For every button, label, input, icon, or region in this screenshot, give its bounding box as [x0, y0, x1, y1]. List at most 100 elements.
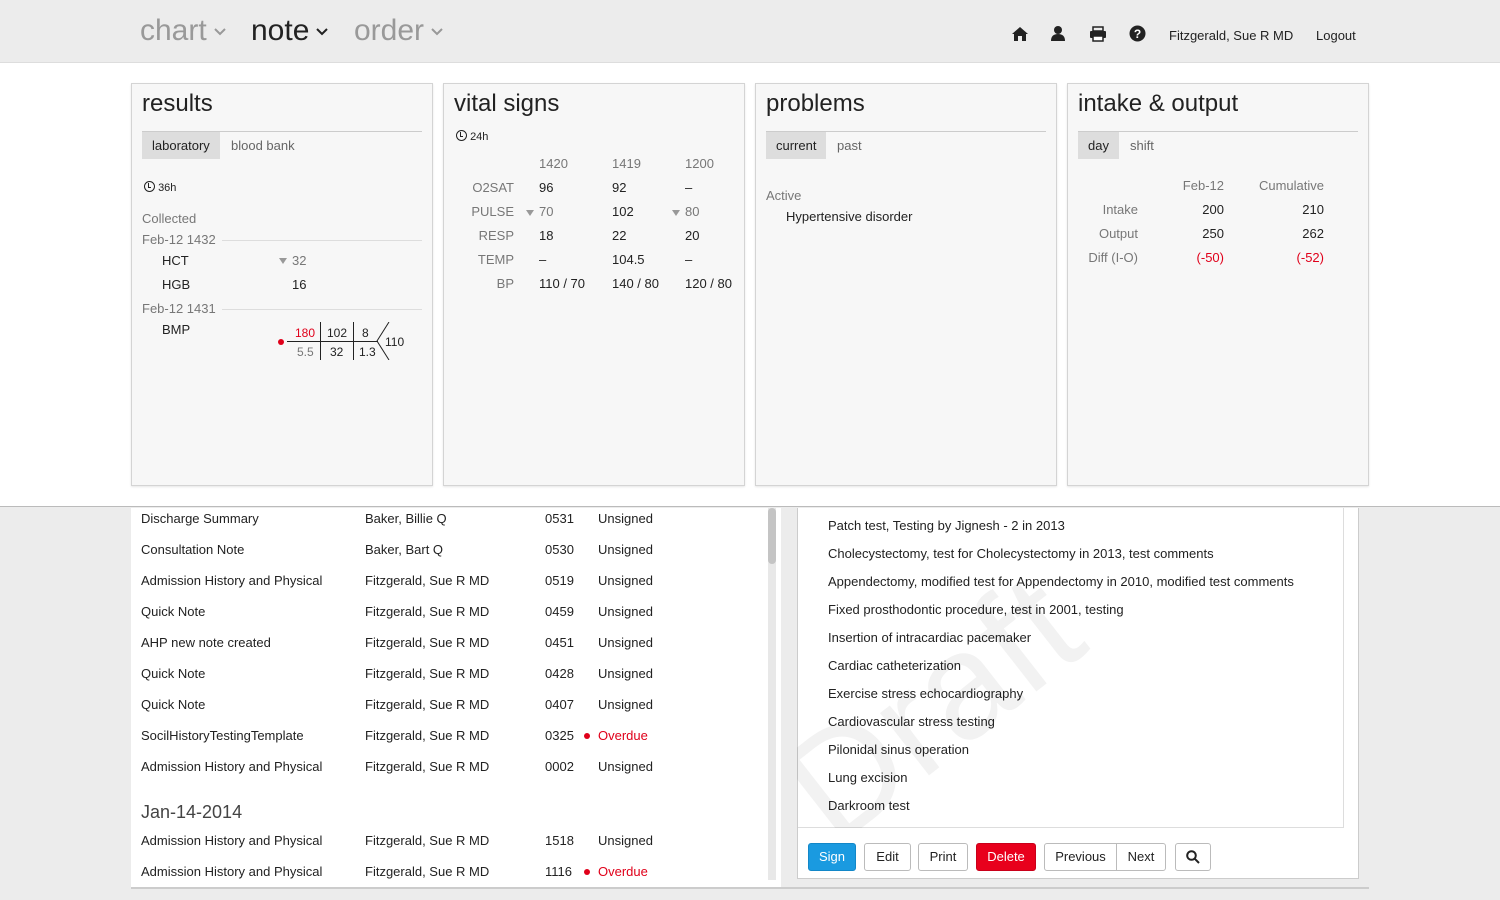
nav-menu-note[interactable]: note — [251, 14, 329, 48]
vital-value[interactable]: – — [685, 180, 692, 195]
next-button[interactable]: Next — [1116, 843, 1166, 871]
help-icon[interactable]: ? — [1129, 25, 1146, 42]
problem-item[interactable]: Hypertensive disorder — [786, 209, 912, 224]
clock-icon — [144, 181, 155, 192]
note-title: Admission History and Physical — [141, 759, 323, 774]
search-button[interactable] — [1175, 843, 1211, 871]
vital-value[interactable]: 70 — [539, 204, 553, 219]
note-time: 0531 — [545, 511, 574, 526]
note-status: Overdue — [598, 728, 648, 743]
edit-button[interactable]: Edit — [864, 843, 911, 871]
print-icon[interactable] — [1089, 26, 1107, 42]
note-author: Fitzgerald, Sue R MD — [365, 864, 490, 879]
vital-value[interactable]: 110 / 70 — [539, 276, 585, 291]
note-time: 0002 — [545, 759, 574, 774]
home-icon[interactable] — [1011, 26, 1029, 42]
note-time: 0530 — [545, 542, 574, 557]
nav-menu-order-label: order — [354, 14, 425, 47]
note-status: Unsigned — [598, 833, 653, 848]
io-value[interactable]: 210 — [1302, 202, 1324, 217]
print-button[interactable]: Print — [918, 843, 968, 871]
vitals-time-range-label: 24h — [470, 131, 489, 143]
bmp-bun: 8 — [362, 326, 369, 340]
trend-down-icon — [672, 210, 680, 216]
note-author: Fitzgerald, Sue R MD — [365, 728, 490, 743]
vital-value[interactable]: 18 — [539, 228, 553, 243]
scrollbar-thumb[interactable] — [768, 508, 776, 564]
logout-link[interactable]: Logout — [1316, 28, 1356, 43]
bmp-co2: 32 — [330, 345, 344, 359]
lab-value-hct[interactable]: 32 — [292, 253, 306, 268]
vital-value[interactable]: – — [685, 252, 692, 267]
io-value[interactable]: 250 — [1202, 226, 1224, 241]
vital-value[interactable]: 96 — [539, 180, 553, 195]
tab-laboratory[interactable]: laboratory — [142, 132, 220, 159]
io-value[interactable]: (-50) — [1197, 250, 1224, 265]
vital-value[interactable]: – — [539, 252, 546, 267]
vital-value[interactable]: 104.5 — [612, 252, 645, 267]
document-line: Cholecystectomy, test for Cholecystectom… — [828, 546, 1214, 561]
chevron-down-icon — [431, 28, 443, 36]
vital-label-pulse: PULSE — [471, 204, 514, 219]
note-list: Discharge Summary Baker, Billie Q 0531 U… — [131, 508, 781, 888]
bmp-fishbone[interactable]: 180 102 8 5.5 32 1.3 110 — [287, 322, 407, 364]
vital-value[interactable]: 20 — [685, 228, 699, 243]
overdue-indicator — [584, 733, 590, 739]
tab-blood-bank[interactable]: blood bank — [221, 132, 305, 159]
svg-text:?: ? — [1134, 27, 1141, 41]
vital-value[interactable]: 140 / 80 — [612, 276, 659, 291]
vital-value[interactable]: 102 — [612, 204, 634, 219]
date-group-header: Jan-14-2014 — [141, 802, 243, 822]
document-line: Cardiovascular stress testing — [828, 714, 995, 729]
previous-button[interactable]: Previous — [1044, 843, 1117, 871]
sign-button[interactable]: Sign — [808, 843, 856, 871]
lab-value-hgb[interactable]: 16 — [292, 277, 306, 292]
document-line: Darkroom test — [828, 798, 910, 813]
note-list-scrollbar[interactable] — [768, 508, 776, 880]
io-value[interactable]: (-52) — [1297, 250, 1324, 265]
note-author: Fitzgerald, Sue R MD — [365, 697, 490, 712]
problems-section-label: Active — [766, 188, 802, 203]
results-time-range[interactable]: 36h — [144, 181, 176, 194]
io-col-header: Feb-12 — [1182, 178, 1224, 193]
tab-current[interactable]: current — [766, 132, 827, 159]
document-content[interactable]: Patch test, Testing by Jignesh - 2 in 20… — [798, 508, 1344, 828]
io-value[interactable]: 262 — [1302, 226, 1324, 241]
note-title: SocilHistoryTestingTemplate — [141, 728, 304, 743]
note-author: Fitzgerald, Sue R MD — [365, 666, 490, 681]
tab-shift[interactable]: shift — [1120, 132, 1164, 159]
note-title: Quick Note — [141, 604, 206, 619]
lab-name-bmp[interactable]: BMP — [162, 322, 190, 337]
user-icon[interactable] — [1050, 25, 1066, 42]
vital-value[interactable]: 120 / 80 — [685, 276, 732, 291]
vitals-time-range[interactable]: 24h — [456, 130, 488, 143]
divider — [287, 341, 378, 342]
bmp-cr: 1.3 — [359, 345, 376, 359]
tab-day[interactable]: day — [1078, 132, 1119, 159]
io-label-diff: Diff (I-O) — [1088, 250, 1138, 265]
vital-value[interactable]: 22 — [612, 228, 626, 243]
problems-title: problems — [766, 90, 865, 117]
nav-menu-chart[interactable]: chart — [140, 14, 227, 48]
vital-value[interactable]: 80 — [685, 204, 699, 219]
note-time: 0428 — [545, 666, 574, 681]
tab-past[interactable]: past — [827, 132, 872, 159]
note-title: Quick Note — [141, 666, 206, 681]
delete-button[interactable]: Delete — [976, 843, 1036, 871]
lab-name-hgb[interactable]: HGB — [162, 277, 190, 292]
vital-value[interactable]: 92 — [612, 180, 626, 195]
lab-name-hct[interactable]: HCT — [162, 253, 189, 268]
io-label-output: Output — [1098, 226, 1138, 241]
document-line: Patch test, Testing by Jignesh - 2 in 20… — [828, 518, 1065, 533]
bmp-k: 5.5 — [297, 345, 314, 359]
vital-label-temp: TEMP — [477, 252, 514, 267]
vital-signs-title: vital signs — [454, 90, 560, 117]
problems-card: problems current past Active Hypertensiv… — [755, 83, 1057, 486]
results-title: results — [142, 90, 213, 117]
nav-menu-order[interactable]: order — [354, 14, 444, 48]
bmp-glucose: 110 — [385, 335, 405, 349]
note-time: 0519 — [545, 573, 574, 588]
collected-label: Collected — [142, 211, 197, 226]
io-value[interactable]: 200 — [1202, 202, 1224, 217]
note-author: Fitzgerald, Sue R MD — [365, 573, 490, 588]
